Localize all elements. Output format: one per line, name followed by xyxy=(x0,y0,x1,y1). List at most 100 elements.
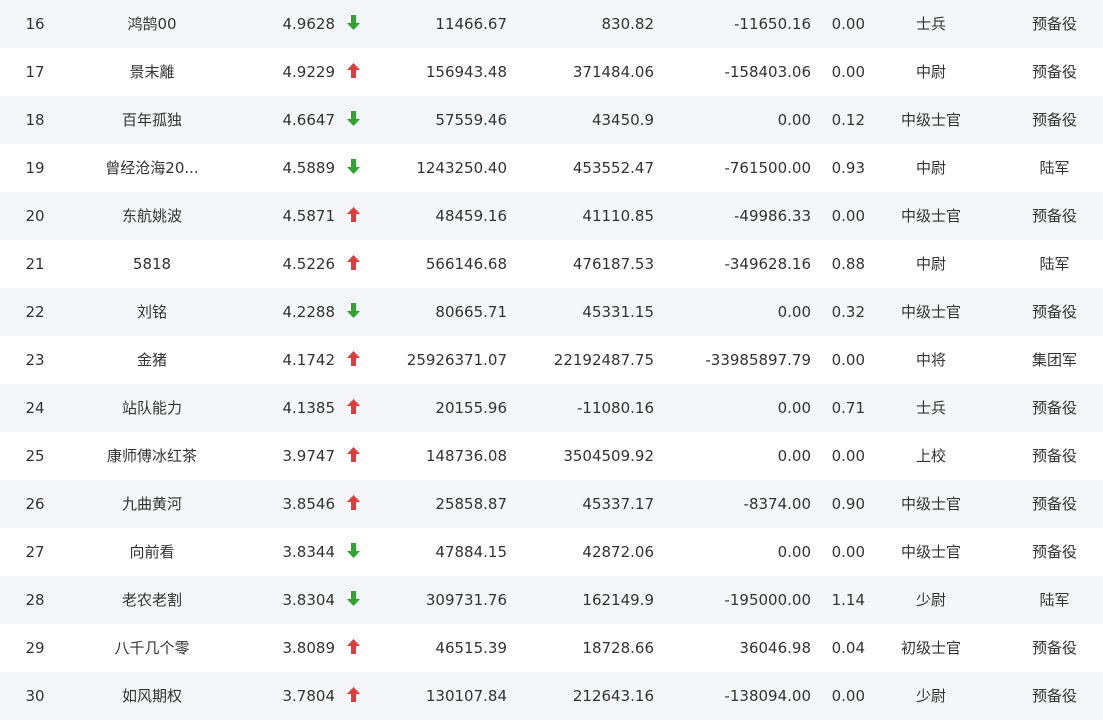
arrow-down-icon xyxy=(346,543,360,558)
trend-cell xyxy=(343,192,363,240)
trend-cell xyxy=(343,336,363,384)
user-name-cell[interactable]: 如风期权 xyxy=(92,672,212,720)
user-name-cell[interactable]: 康师傅冰红茶 xyxy=(92,432,212,480)
corps-cell: 预备役 xyxy=(1031,687,1077,705)
value-4-cell: 0.00 xyxy=(831,15,865,33)
military-rank-cell: 上校 xyxy=(915,447,946,465)
rank-cell: 26 xyxy=(25,495,45,513)
value-1-cell: 1243250.40 xyxy=(416,159,507,177)
trend-cell xyxy=(343,240,363,288)
arrow-down-icon xyxy=(346,111,360,126)
trend-cell xyxy=(343,144,363,192)
value-3-cell: -138094.00 xyxy=(724,687,811,705)
value-1-cell: 20155.96 xyxy=(435,399,507,417)
table-row[interactable]: 20 东航姚波 4.5871 48459.16 41110.85 -49986.33 0.0… xyxy=(0,192,1103,240)
table-row[interactable]: 16 鸿鹄00 4.9628 11466.67 830.82 -11650.16 0.00 士… xyxy=(0,0,1103,48)
corps-cell: 预备役 xyxy=(1031,207,1077,225)
value-3-cell: 0.00 xyxy=(777,399,811,417)
value-1-cell: 80665.71 xyxy=(435,303,507,321)
value-2-cell: 3504509.92 xyxy=(563,447,654,465)
table-row[interactable]: 24 站队能力 4.1385 20155.96 -11080.16 0.00 0.71 士兵 预… xyxy=(0,384,1103,432)
trend-cell xyxy=(343,432,363,480)
value-1-cell: 566146.68 xyxy=(425,255,507,273)
value-1-cell: 130107.84 xyxy=(425,687,507,705)
value-2-cell: 22192487.75 xyxy=(553,351,654,369)
table-row[interactable]: 27 向前看 3.8344 47884.15 42872.06 0.00 0.00 中级士官 预… xyxy=(0,528,1103,576)
rank-cell: 19 xyxy=(25,159,45,177)
military-rank-cell: 中级士官 xyxy=(900,207,961,225)
user-name-cell[interactable]: 站队能力 xyxy=(92,384,212,432)
user-name-cell[interactable]: 5818 xyxy=(92,240,212,288)
rank-cell: 24 xyxy=(25,399,45,417)
user-name-cell[interactable]: 九曲黄河 xyxy=(92,480,212,528)
military-rank-cell: 中级士官 xyxy=(900,543,961,561)
rank-cell: 28 xyxy=(25,591,45,609)
score-cell: 4.5226 xyxy=(282,255,336,273)
value-3-cell: -33985897.79 xyxy=(705,351,811,369)
value-4-cell: 0.00 xyxy=(831,63,865,81)
corps-cell: 预备役 xyxy=(1031,543,1077,561)
trend-cell xyxy=(343,384,363,432)
corps-cell: 预备役 xyxy=(1031,399,1077,417)
user-name-cell[interactable]: 刘铭 xyxy=(92,288,212,336)
table-row[interactable]: 28 老农老割 3.8304 309731.76 162149.9 -195000.00 1… xyxy=(0,576,1103,624)
rank-cell: 18 xyxy=(25,111,45,129)
value-1-cell: 25858.87 xyxy=(435,495,507,513)
user-name-cell[interactable]: 曾经沧海20... xyxy=(92,144,212,192)
table-row[interactable]: 25 康师傅冰红茶 3.9747 148736.08 3504509.92 0.00 0.0… xyxy=(0,432,1103,480)
score-cell: 3.8344 xyxy=(282,543,336,561)
table-row[interactable]: 23 金猪 4.1742 25926371.07 22192487.75 -3398589… xyxy=(0,336,1103,384)
value-2-cell: 830.82 xyxy=(601,15,655,33)
value-1-cell: 46515.39 xyxy=(435,639,507,657)
corps-cell: 陆军 xyxy=(1039,255,1070,273)
user-name-cell[interactable]: 景末離 xyxy=(92,48,212,96)
trend-cell xyxy=(343,0,363,48)
value-2-cell: 43450.9 xyxy=(591,111,654,129)
military-rank-cell: 士兵 xyxy=(915,15,946,33)
user-name-cell[interactable]: 八千几个零 xyxy=(92,624,212,672)
military-rank-cell: 中尉 xyxy=(915,159,946,177)
score-cell: 4.6647 xyxy=(282,111,336,129)
value-3-cell: 36046.98 xyxy=(739,639,811,657)
military-rank-cell: 少尉 xyxy=(915,591,946,609)
user-name-cell[interactable]: 金猪 xyxy=(92,336,212,384)
arrow-up-icon xyxy=(346,351,360,366)
military-rank-cell: 少尉 xyxy=(915,687,946,705)
rank-cell: 25 xyxy=(25,447,45,465)
value-2-cell: 453552.47 xyxy=(572,159,654,177)
table-row[interactable]: 21 5818 4.5226 566146.68 476187.53 -349628.16… xyxy=(0,240,1103,288)
table-row[interactable]: 18 百年孤独 4.6647 57559.46 43450.9 0.00 0.12 中级士官 预… xyxy=(0,96,1103,144)
table-row[interactable]: 26 九曲黄河 3.8546 25858.87 45337.17 -8374.00 0.90… xyxy=(0,480,1103,528)
military-rank-cell: 中级士官 xyxy=(900,495,961,513)
value-2-cell: 45331.15 xyxy=(582,303,654,321)
rank-cell: 30 xyxy=(25,687,45,705)
user-name-cell[interactable]: 鸿鹄00 xyxy=(92,0,212,48)
value-4-cell: 0.00 xyxy=(831,543,865,561)
value-4-cell: 0.00 xyxy=(831,687,865,705)
user-name-cell[interactable]: 百年孤独 xyxy=(92,96,212,144)
military-rank-cell: 士兵 xyxy=(915,399,946,417)
table-row[interactable]: 30 如风期权 3.7804 130107.84 212643.16 -138094.00… xyxy=(0,672,1103,720)
user-name-cell[interactable]: 老农老割 xyxy=(92,576,212,624)
user-name-cell[interactable]: 东航姚波 xyxy=(92,192,212,240)
rank-cell: 17 xyxy=(25,63,45,81)
trend-cell xyxy=(343,480,363,528)
value-1-cell: 11466.67 xyxy=(435,15,507,33)
user-name-cell[interactable]: 向前看 xyxy=(92,528,212,576)
table-row[interactable]: 17 景末離 4.9229 156943.48 371484.06 -158403.06 0… xyxy=(0,48,1103,96)
arrow-down-icon xyxy=(346,591,360,606)
value-3-cell: -761500.00 xyxy=(724,159,811,177)
table-row[interactable]: 29 八千几个零 3.8089 46515.39 18728.66 36046.98 0.0… xyxy=(0,624,1103,672)
rank-cell: 29 xyxy=(25,639,45,657)
value-4-cell: 0.12 xyxy=(831,111,865,129)
score-cell: 3.8546 xyxy=(282,495,336,513)
score-cell: 3.7804 xyxy=(282,687,336,705)
value-4-cell: 0.93 xyxy=(831,159,865,177)
table-row[interactable]: 19 曾经沧海20... 4.5889 1243250.40 453552.47 -761… xyxy=(0,144,1103,192)
score-cell: 4.9628 xyxy=(282,15,336,33)
military-rank-cell: 中级士官 xyxy=(900,303,961,321)
value-1-cell: 25926371.07 xyxy=(406,351,507,369)
corps-cell: 集团军 xyxy=(1031,351,1077,369)
value-1-cell: 148736.08 xyxy=(425,447,507,465)
table-row[interactable]: 22 刘铭 4.2288 80665.71 45331.15 0.00 0.32 中级士官 预备… xyxy=(0,288,1103,336)
